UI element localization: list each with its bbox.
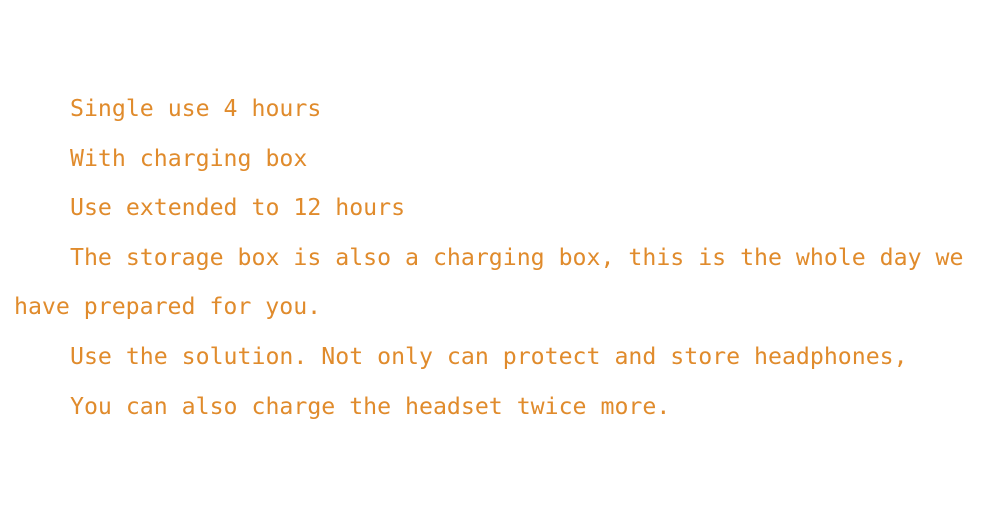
- description-line-5: Use the solution. Not only can protect a…: [70, 342, 908, 370]
- description-line-4: The storage box is also a charging box, …: [14, 243, 978, 321]
- description-line-1: Single use 4 hours: [70, 95, 322, 122]
- product-description-block: Single use 4 hours With charging box Use…: [14, 84, 992, 431]
- description-line-6: You can also charge the headset twice mo…: [70, 392, 671, 420]
- description-line-3: Use extended to 12 hours: [70, 194, 406, 222]
- description-line-2: With charging box: [70, 144, 308, 172]
- page-root: Single use 4 hours With charging box Use…: [0, 0, 1000, 525]
